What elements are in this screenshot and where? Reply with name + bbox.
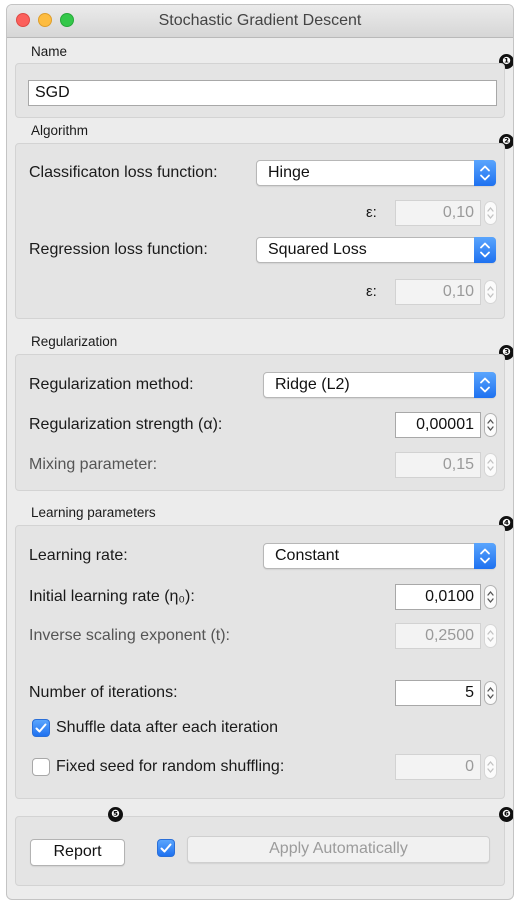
shuffle-label[interactable]: Shuffle data after each iteration bbox=[56, 719, 278, 737]
fixed-seed-value[interactable]: 0 bbox=[395, 754, 481, 780]
stepper-arrows-icon[interactable] bbox=[484, 413, 497, 437]
regularization-group-title: Regularization bbox=[31, 334, 118, 349]
regression-loss-label: Regression loss function: bbox=[29, 241, 208, 258]
learning-group-box: Learning rate: Constant Initial learning… bbox=[15, 525, 505, 799]
chevron-updown-icon bbox=[474, 160, 496, 186]
algorithm-group-title: Algorithm bbox=[31, 123, 89, 138]
footer-box: Report Apply Automatically bbox=[15, 816, 505, 886]
inverse-scaling-label: Inverse scaling exponent (t): bbox=[29, 627, 230, 644]
regularization-strength-value[interactable]: 0,00001 bbox=[395, 412, 481, 438]
shuffle-checkbox[interactable] bbox=[32, 719, 50, 737]
fixed-seed-label[interactable]: Fixed seed for random shuffling: bbox=[56, 758, 284, 776]
checkmark-icon bbox=[160, 843, 172, 853]
stepper-arrows-icon[interactable] bbox=[484, 201, 497, 225]
stepper-arrows-icon[interactable] bbox=[484, 681, 497, 705]
fixed-seed-spinner[interactable]: 0 bbox=[395, 754, 497, 780]
checkmark-icon bbox=[35, 723, 47, 733]
classification-loss-value: Hinge bbox=[268, 164, 310, 181]
initial-learning-rate-value[interactable]: 0,0100 bbox=[395, 584, 481, 610]
apply-automatically-button[interactable]: Apply Automatically bbox=[187, 836, 490, 863]
title-bar: Stochastic Gradient Descent bbox=[7, 5, 513, 38]
mixing-parameter-spinner[interactable]: 0,15 bbox=[395, 452, 497, 478]
classification-loss-select[interactable]: Hinge bbox=[256, 160, 496, 186]
iterations-value[interactable]: 5 bbox=[395, 680, 481, 706]
regression-loss-select[interactable]: Squared Loss bbox=[256, 237, 496, 263]
regression-epsilon-spinner[interactable]: 0,10 bbox=[395, 279, 497, 305]
regularization-strength-spinner[interactable]: 0,00001 bbox=[395, 412, 497, 438]
learning-rate-value: Constant bbox=[275, 547, 340, 564]
initial-learning-rate-spinner[interactable]: 0,0100 bbox=[395, 584, 497, 610]
regularization-group-box: Regularization method: Ridge (L2) Regula… bbox=[15, 354, 505, 491]
name-group-box: SGD bbox=[15, 63, 505, 118]
chevron-updown-icon bbox=[474, 237, 496, 263]
sgd-window: Stochastic Gradient Descent Name ❶ SGD A… bbox=[6, 4, 514, 900]
auto-apply-checkbox[interactable] bbox=[157, 839, 175, 857]
algorithm-group-box: Classificaton loss function: Hinge ε: 0,… bbox=[15, 143, 505, 319]
mixing-parameter-value[interactable]: 0,15 bbox=[395, 452, 481, 478]
classification-epsilon-spinner[interactable]: 0,10 bbox=[395, 200, 497, 226]
regularization-method-value: Ridge (L2) bbox=[275, 376, 350, 393]
report-button[interactable]: Report bbox=[30, 839, 125, 866]
regression-loss-value: Squared Loss bbox=[268, 241, 367, 258]
chevron-updown-icon bbox=[474, 543, 496, 569]
badge-5: ❺ bbox=[108, 807, 123, 822]
iterations-spinner[interactable]: 5 bbox=[395, 680, 497, 706]
chevron-updown-icon bbox=[474, 372, 496, 398]
regularization-strength-label: Regularization strength (α): bbox=[29, 416, 223, 433]
classification-loss-label: Classificaton loss function: bbox=[29, 164, 218, 181]
epsilon-label: ε: bbox=[366, 204, 377, 221]
classification-epsilon-value[interactable]: 0,10 bbox=[395, 200, 481, 226]
learning-group-title: Learning parameters bbox=[31, 505, 156, 520]
stepper-arrows-icon[interactable] bbox=[484, 585, 497, 609]
stepper-arrows-icon[interactable] bbox=[484, 453, 497, 477]
fixed-seed-checkbox[interactable] bbox=[32, 758, 50, 776]
iterations-label: Number of iterations: bbox=[29, 684, 178, 701]
learning-rate-select[interactable]: Constant bbox=[263, 543, 496, 569]
initial-learning-rate-label: Initial learning rate (η₀): bbox=[29, 588, 195, 605]
stepper-arrows-icon[interactable] bbox=[484, 624, 497, 648]
name-group-title: Name bbox=[31, 44, 68, 59]
badge-6: ❻ bbox=[499, 807, 513, 822]
stepper-arrows-icon[interactable] bbox=[484, 280, 497, 304]
inverse-scaling-value[interactable]: 0,2500 bbox=[395, 623, 481, 649]
regularization-method-select[interactable]: Ridge (L2) bbox=[263, 372, 496, 398]
stepper-arrows-icon[interactable] bbox=[484, 755, 497, 779]
window-title: Stochastic Gradient Descent bbox=[158, 12, 362, 29]
inverse-scaling-spinner[interactable]: 0,2500 bbox=[395, 623, 497, 649]
epsilon-label: ε: bbox=[366, 283, 377, 300]
name-input[interactable]: SGD bbox=[28, 80, 497, 106]
mixing-parameter-label: Mixing parameter: bbox=[29, 456, 158, 473]
regression-epsilon-value[interactable]: 0,10 bbox=[395, 279, 481, 305]
learning-rate-label: Learning rate: bbox=[29, 547, 128, 564]
regularization-method-label: Regularization method: bbox=[29, 376, 194, 393]
